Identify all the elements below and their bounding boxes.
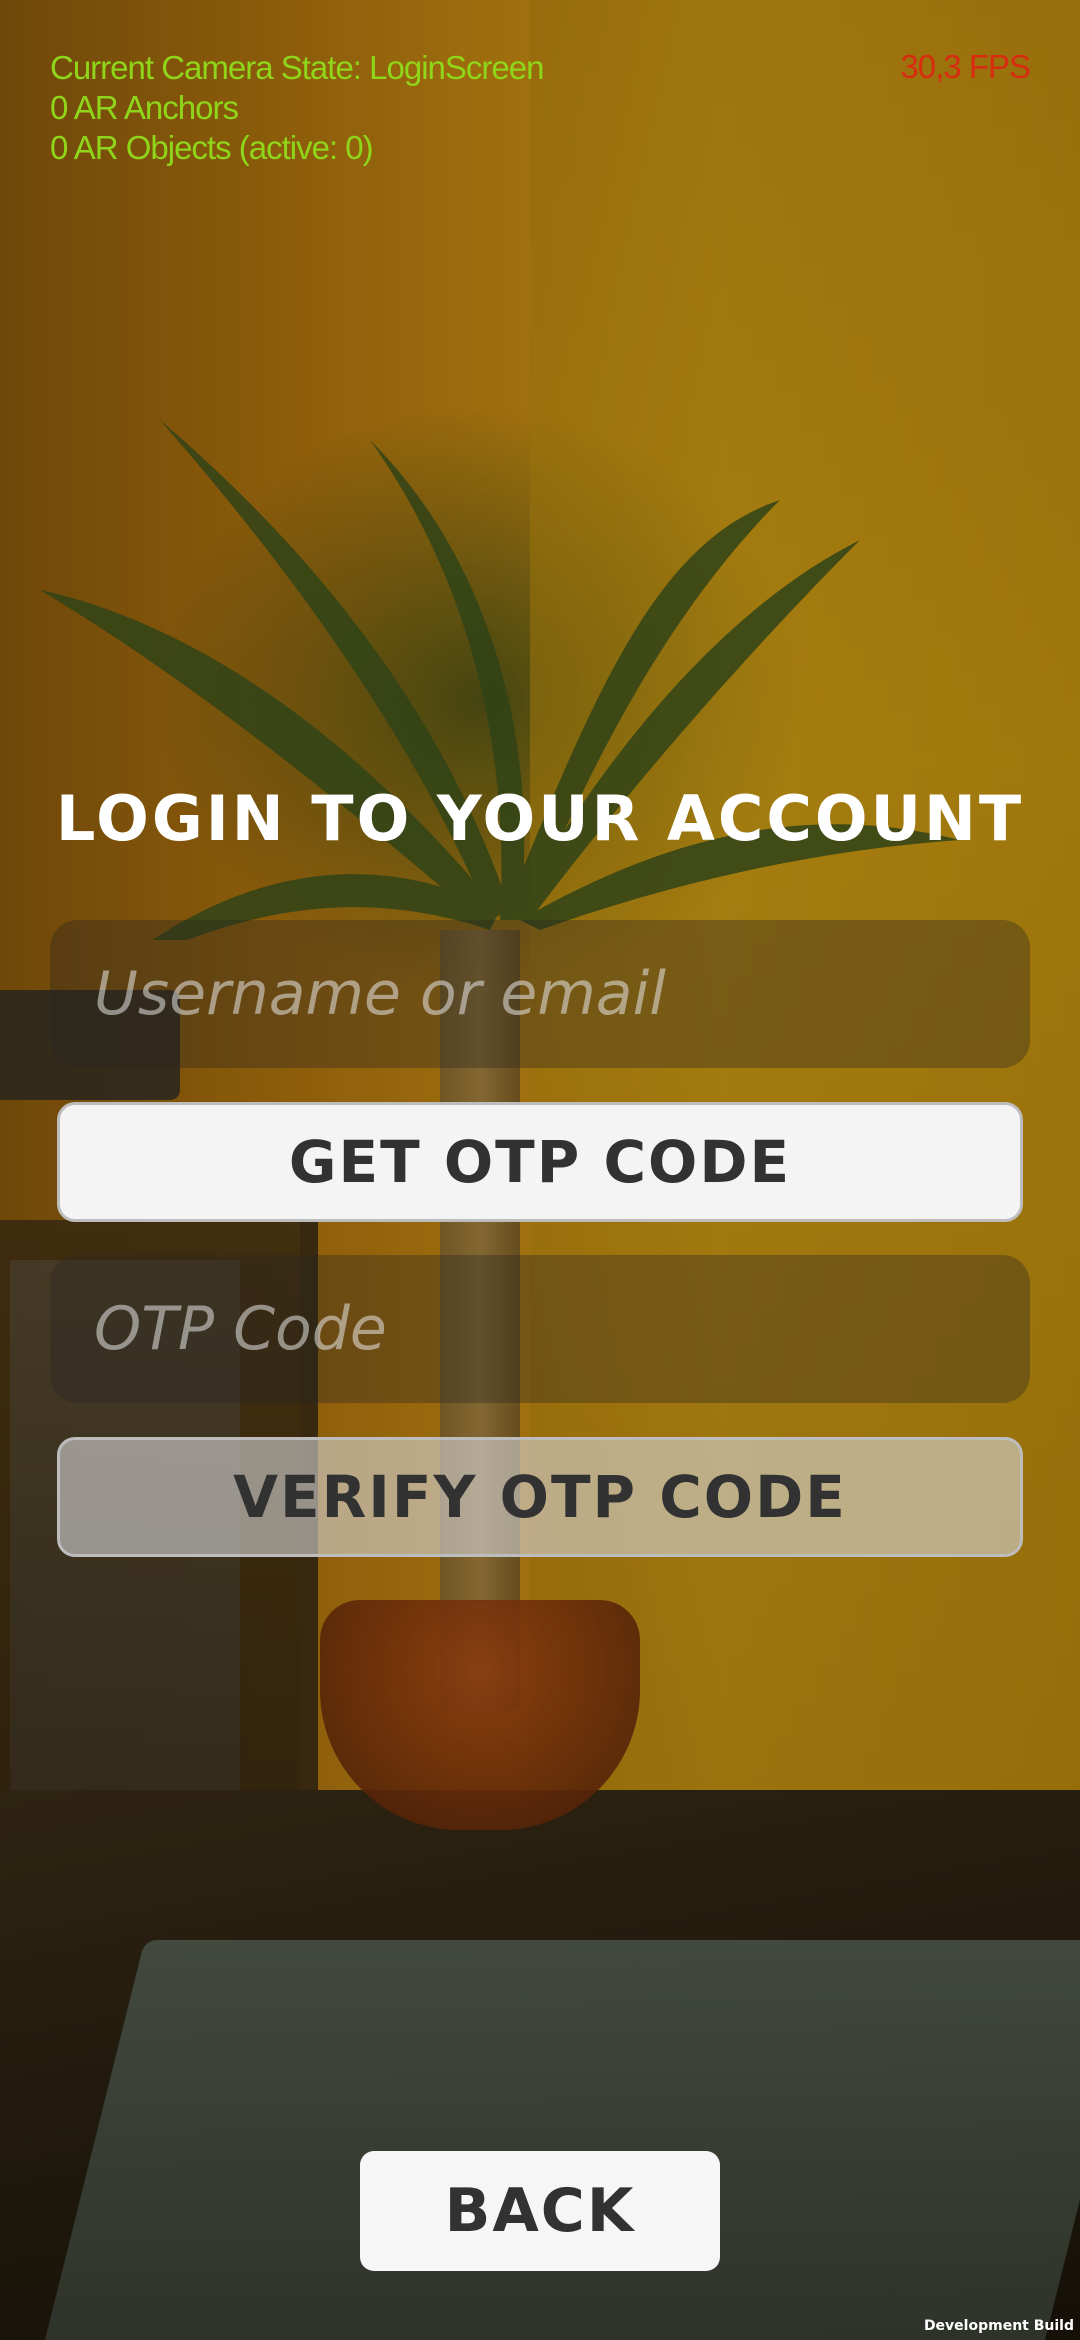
back-button[interactable]: BACK [360,2151,720,2271]
fps-counter: 30,3 FPS [900,48,1031,85]
ar-objects-text: 0 AR Objects (active: 0) [50,129,374,166]
ar-login-screen: Current Camera State: LoginScreen 0 AR A… [0,0,1080,2340]
otp-input[interactable]: OTP Code [50,1255,1030,1403]
get-otp-button[interactable]: GET OTP CODE [57,1102,1023,1222]
page-title: LOGIN TO YOUR ACCOUNT [55,782,1025,855]
development-build-label: Development Build [923,2318,1074,2334]
otp-placeholder: OTP Code [94,1294,387,1364]
verify-otp-button[interactable]: VERIFY OTP CODE [57,1437,1023,1557]
debug-info: Current Camera State: LoginScreen 0 AR A… [50,48,544,168]
ar-anchors-text: 0 AR Anchors [50,89,239,126]
camera-state-text: Current Camera State: LoginScreen [50,49,544,86]
username-placeholder: Username or email [94,959,666,1029]
username-input[interactable]: Username or email [50,920,1030,1068]
